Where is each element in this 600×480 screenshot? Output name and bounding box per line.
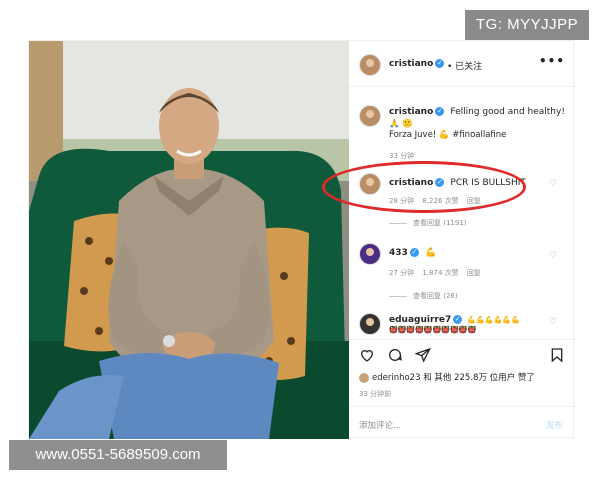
- telegram-watermark: TG: MYYJJPP: [465, 10, 589, 40]
- comment-item: 433 ✓ 💪 27 分钟 1,874 次赞 回复 ♡ 查看回复 (26): [349, 243, 575, 303]
- post-photo: [29, 41, 349, 439]
- post-actions-bar: [349, 339, 575, 371]
- comment-meta: 33 分钟: [389, 151, 420, 161]
- red-highlight-circle: [322, 161, 526, 213]
- comment-username[interactable]: eduaguirre7 ✓ 💪💪💪💪💪💪: [389, 315, 520, 325]
- post-comment-button[interactable]: 发布: [546, 419, 563, 431]
- author-avatar[interactable]: [359, 54, 381, 76]
- comment-heart-icon[interactable]: ♡: [549, 317, 557, 327]
- comment-username-text[interactable]: cristiano: [389, 107, 433, 117]
- comment-avatar[interactable]: [359, 313, 381, 335]
- comment-username[interactable]: 433 ✓ 💪: [389, 248, 436, 258]
- heart-icon-svg: [360, 350, 374, 362]
- comment-icon-svg: [389, 349, 402, 361]
- verified-badge-icon: ✓: [453, 315, 463, 324]
- comment-text-line2: 👹👹👹👹👹👹👹👹👹👹: [389, 326, 477, 334]
- add-comment-input[interactable]: 添加评论...: [359, 419, 401, 431]
- comment-likes[interactable]: 1,874 次赞: [422, 269, 458, 277]
- comment-username-text[interactable]: 433: [389, 248, 408, 258]
- comment-text: 💪💪💪💪💪💪: [467, 316, 520, 324]
- author-username-text[interactable]: cristiano: [389, 59, 433, 69]
- comment-item: eduaguirre7 ✓ 💪💪💪💪💪💪 👹👹👹👹👹👹👹👹👹👹 ♡: [349, 313, 575, 339]
- comment-time: 33 分钟: [389, 152, 415, 160]
- comment-avatar[interactable]: [359, 243, 381, 265]
- comment-avatar[interactable]: [359, 105, 381, 127]
- bookmark-icon-svg: [551, 348, 563, 363]
- post-header: cristiano ✓ • 已关注 •••: [349, 41, 575, 87]
- share-icon[interactable]: [414, 347, 431, 363]
- verified-badge-icon: ✓: [435, 59, 445, 68]
- share-icon-svg: [414, 347, 431, 363]
- comment-time: 27 分钟: [389, 269, 415, 277]
- post-side-panel: cristiano ✓ • 已关注 ••• cristiano ✓ Felling …: [349, 41, 575, 439]
- liked-by-text[interactable]: ederinho23 和 其他 225.8万 位用户 赞了: [372, 373, 535, 383]
- comment-emoji: 🙏 🙂: [389, 119, 413, 129]
- comment-meta: 27 分钟 1,874 次赞 回复: [389, 268, 487, 278]
- url-watermark: www.0551-5689509.com: [9, 440, 227, 470]
- more-options-icon[interactable]: •••: [539, 54, 565, 68]
- comment-text-line2: Forza Juve! 💪 #finoallafine: [389, 130, 507, 140]
- bookmark-icon[interactable]: [549, 347, 565, 363]
- instagram-post: cristiano ✓ • 已关注 ••• cristiano ✓ Felling …: [28, 40, 575, 439]
- comment-text: 💪: [424, 248, 437, 258]
- liker-avatar: [359, 372, 369, 383]
- liked-by[interactable]: ederinho23 和 其他 225.8万 位用户 赞了: [359, 371, 535, 383]
- follow-status[interactable]: • 已关注: [447, 59, 482, 72]
- caption-comment: cristiano ✓ Felling good and healthy! 🙏 🙂…: [349, 103, 575, 163]
- comment-username-text[interactable]: eduaguirre7: [389, 315, 451, 325]
- heart-icon[interactable]: [359, 347, 375, 363]
- comment-heart-icon[interactable]: ♡: [549, 179, 557, 189]
- comment-text: Felling good and healthy!: [450, 107, 565, 117]
- comment-heart-icon[interactable]: ♡: [549, 251, 557, 261]
- photo-illustration: [29, 41, 349, 439]
- verified-badge-icon: ✓: [409, 248, 419, 257]
- view-replies-button[interactable]: 查看回复 (1191): [389, 218, 467, 228]
- reply-button[interactable]: 回复: [467, 269, 481, 277]
- comment-icon[interactable]: [387, 347, 403, 363]
- verified-badge-icon: ✓: [435, 107, 445, 116]
- view-replies-button[interactable]: 查看回复 (26): [389, 291, 458, 301]
- author-username[interactable]: cristiano ✓: [389, 59, 445, 69]
- post-time: 33 分钟前: [359, 390, 392, 398]
- add-comment-bar: 添加评论... 发布: [349, 406, 575, 439]
- comment-username[interactable]: cristiano ✓ Felling good and healthy!: [389, 107, 565, 117]
